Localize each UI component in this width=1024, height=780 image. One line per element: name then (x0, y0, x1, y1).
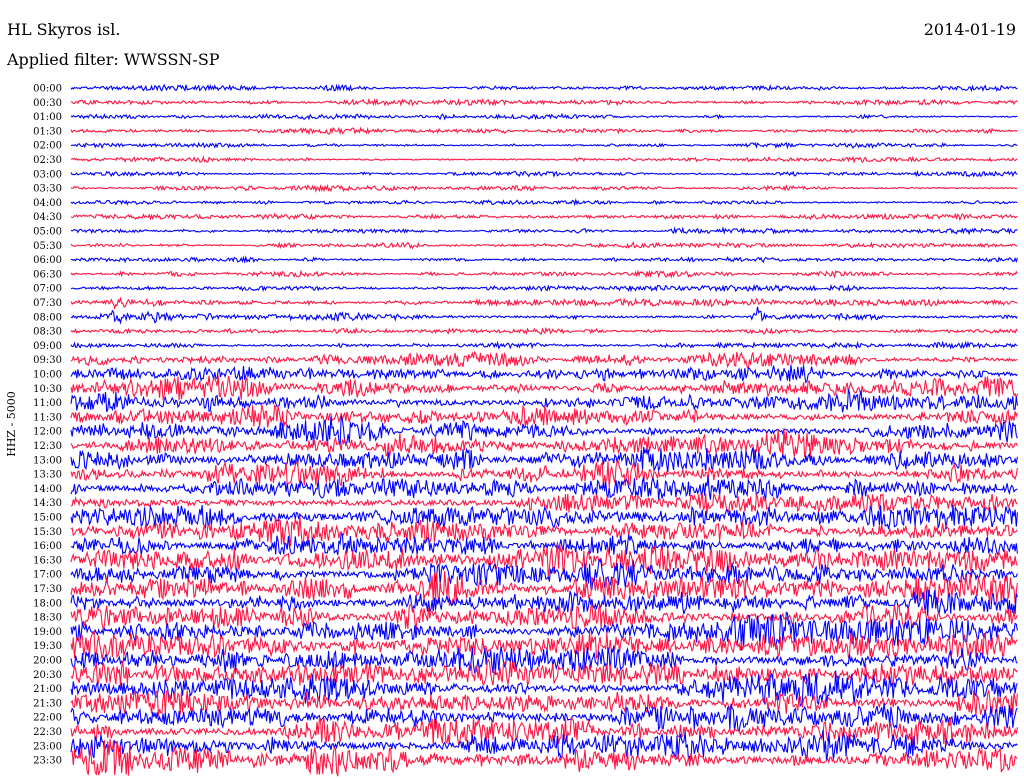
row-label: 18:00 (33, 598, 62, 609)
row-label: 06:00 (33, 255, 62, 266)
row-label: 10:30 (33, 384, 62, 395)
trace-line (70, 112, 1018, 121)
row-label: 23:00 (33, 741, 62, 752)
trace-line (70, 515, 1018, 547)
row-label: 20:00 (33, 656, 62, 667)
trace-line (70, 83, 1018, 93)
row-label: 15:30 (33, 527, 62, 538)
row-label: 03:00 (33, 169, 62, 180)
row-label: 05:00 (33, 227, 62, 238)
row-label: 13:30 (33, 470, 62, 481)
trace-layer (70, 83, 1018, 777)
trace-line (70, 126, 1018, 136)
row-label: 11:00 (33, 398, 62, 409)
trace-line (70, 269, 1018, 279)
row-label: 02:30 (33, 155, 62, 166)
row-label: 19:00 (33, 627, 62, 638)
trace-line (70, 198, 1018, 207)
trace-line (70, 350, 1018, 370)
trace-line (70, 404, 1018, 428)
trace-line (70, 729, 1018, 762)
row-label: 21:30 (33, 698, 62, 709)
row-label: 01:30 (33, 126, 62, 137)
helicorder-plot: 00:00 00:30 01:00 01:30 02:00 02:30 03:00 03:30… (33, 83, 1018, 777)
trace-line (70, 155, 1018, 164)
row-label: 15:00 (33, 513, 62, 524)
row-label: 11:30 (33, 412, 62, 423)
trace-line (70, 283, 1018, 293)
trace-line (70, 296, 1018, 310)
row-label: 14:00 (33, 484, 62, 495)
trace-line (70, 241, 1018, 250)
trace-line (70, 340, 1018, 350)
trace-line (70, 169, 1018, 178)
row-label: 06:30 (33, 269, 62, 280)
row-label: 08:30 (33, 327, 62, 338)
trace-line (70, 97, 1018, 108)
tick-label-layer: 00:00 00:30 01:00 01:30 02:00 02:30 03:00 03:30… (33, 84, 62, 767)
trace-line (70, 255, 1018, 264)
row-label: 09:30 (33, 355, 62, 366)
row-label: 05:30 (33, 241, 62, 252)
row-label: 01:00 (33, 112, 62, 123)
trace-line (70, 226, 1018, 236)
row-label: 10:00 (33, 370, 62, 381)
row-label: 19:30 (33, 641, 62, 652)
row-label: 16:30 (33, 555, 62, 566)
row-label: 21:00 (33, 684, 62, 695)
row-label: 12:30 (33, 441, 62, 452)
trace-line (70, 504, 1018, 530)
row-label: 00:30 (33, 98, 62, 109)
row-label: 23:30 (33, 756, 62, 767)
trace-line (70, 428, 1018, 458)
row-label: 20:30 (33, 670, 62, 681)
row-label: 08:00 (33, 312, 62, 323)
row-label: 04:30 (33, 212, 62, 223)
row-label: 09:00 (33, 341, 62, 352)
row-label: 18:30 (33, 613, 62, 624)
row-label: 00:00 (33, 84, 62, 95)
row-label: 07:00 (33, 284, 62, 295)
row-label: 14:30 (33, 498, 62, 509)
row-label: 07:30 (33, 298, 62, 309)
trace-line (70, 212, 1018, 222)
row-label: 17:30 (33, 584, 62, 595)
row-label: 12:00 (33, 427, 62, 438)
row-label: 22:30 (33, 727, 62, 738)
row-label: 17:00 (33, 570, 62, 581)
row-label: 13:00 (33, 455, 62, 466)
row-label: 03:30 (33, 184, 62, 195)
row-label: 16:00 (33, 541, 62, 552)
trace-line (70, 306, 1018, 325)
row-label: 02:00 (33, 141, 62, 152)
trace-line (70, 183, 1018, 193)
row-label: 04:00 (33, 198, 62, 209)
trace-line (70, 375, 1018, 401)
trace-line (70, 476, 1018, 500)
row-label: 22:00 (33, 713, 62, 724)
trace-line (70, 141, 1018, 150)
trace-line (70, 326, 1018, 335)
